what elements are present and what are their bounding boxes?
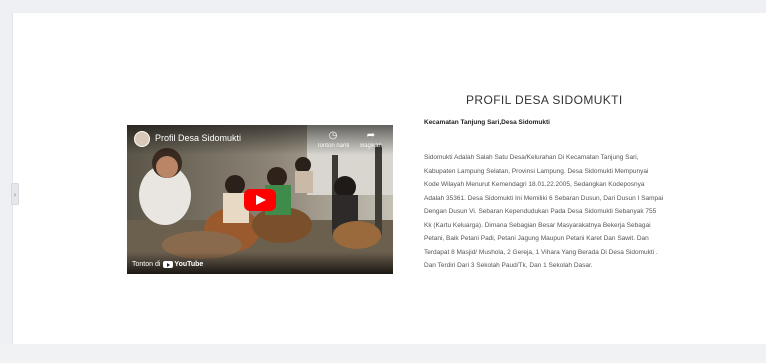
- share-label: Bagikan: [360, 143, 382, 149]
- channel-avatar[interactable]: [134, 131, 150, 147]
- page-title: PROFIL DESA SIDOMUKTI: [466, 93, 623, 107]
- video-embed[interactable]: Profil Desa Sidomukti ◷ Tonton nanti ➦ B…: [127, 125, 393, 274]
- share-icon: ➦: [366, 130, 376, 141]
- watch-on-label: Tonton di: [132, 261, 161, 268]
- chevron-right-icon: ›: [13, 190, 17, 199]
- platform-name: YouTube: [174, 261, 204, 268]
- profile-description: Sidomukti Adalah Salah Satu Desa/Kelurah…: [424, 154, 664, 269]
- youtube-play-icon: [163, 261, 174, 268]
- profile-subheading: Kecamatan Tanjung Sari,Desa Sidomukti: [424, 119, 550, 126]
- slider-handle[interactable]: ›: [11, 183, 19, 205]
- video-title[interactable]: Profil Desa Sidomukti: [155, 133, 241, 143]
- share-button[interactable]: ➦ Bagikan: [349, 130, 393, 150]
- footer-strip: [0, 344, 766, 363]
- play-button[interactable]: [244, 189, 276, 211]
- youtube-logo: YouTube: [163, 261, 203, 268]
- watch-on-youtube-link[interactable]: Tonton di YouTube: [132, 261, 203, 268]
